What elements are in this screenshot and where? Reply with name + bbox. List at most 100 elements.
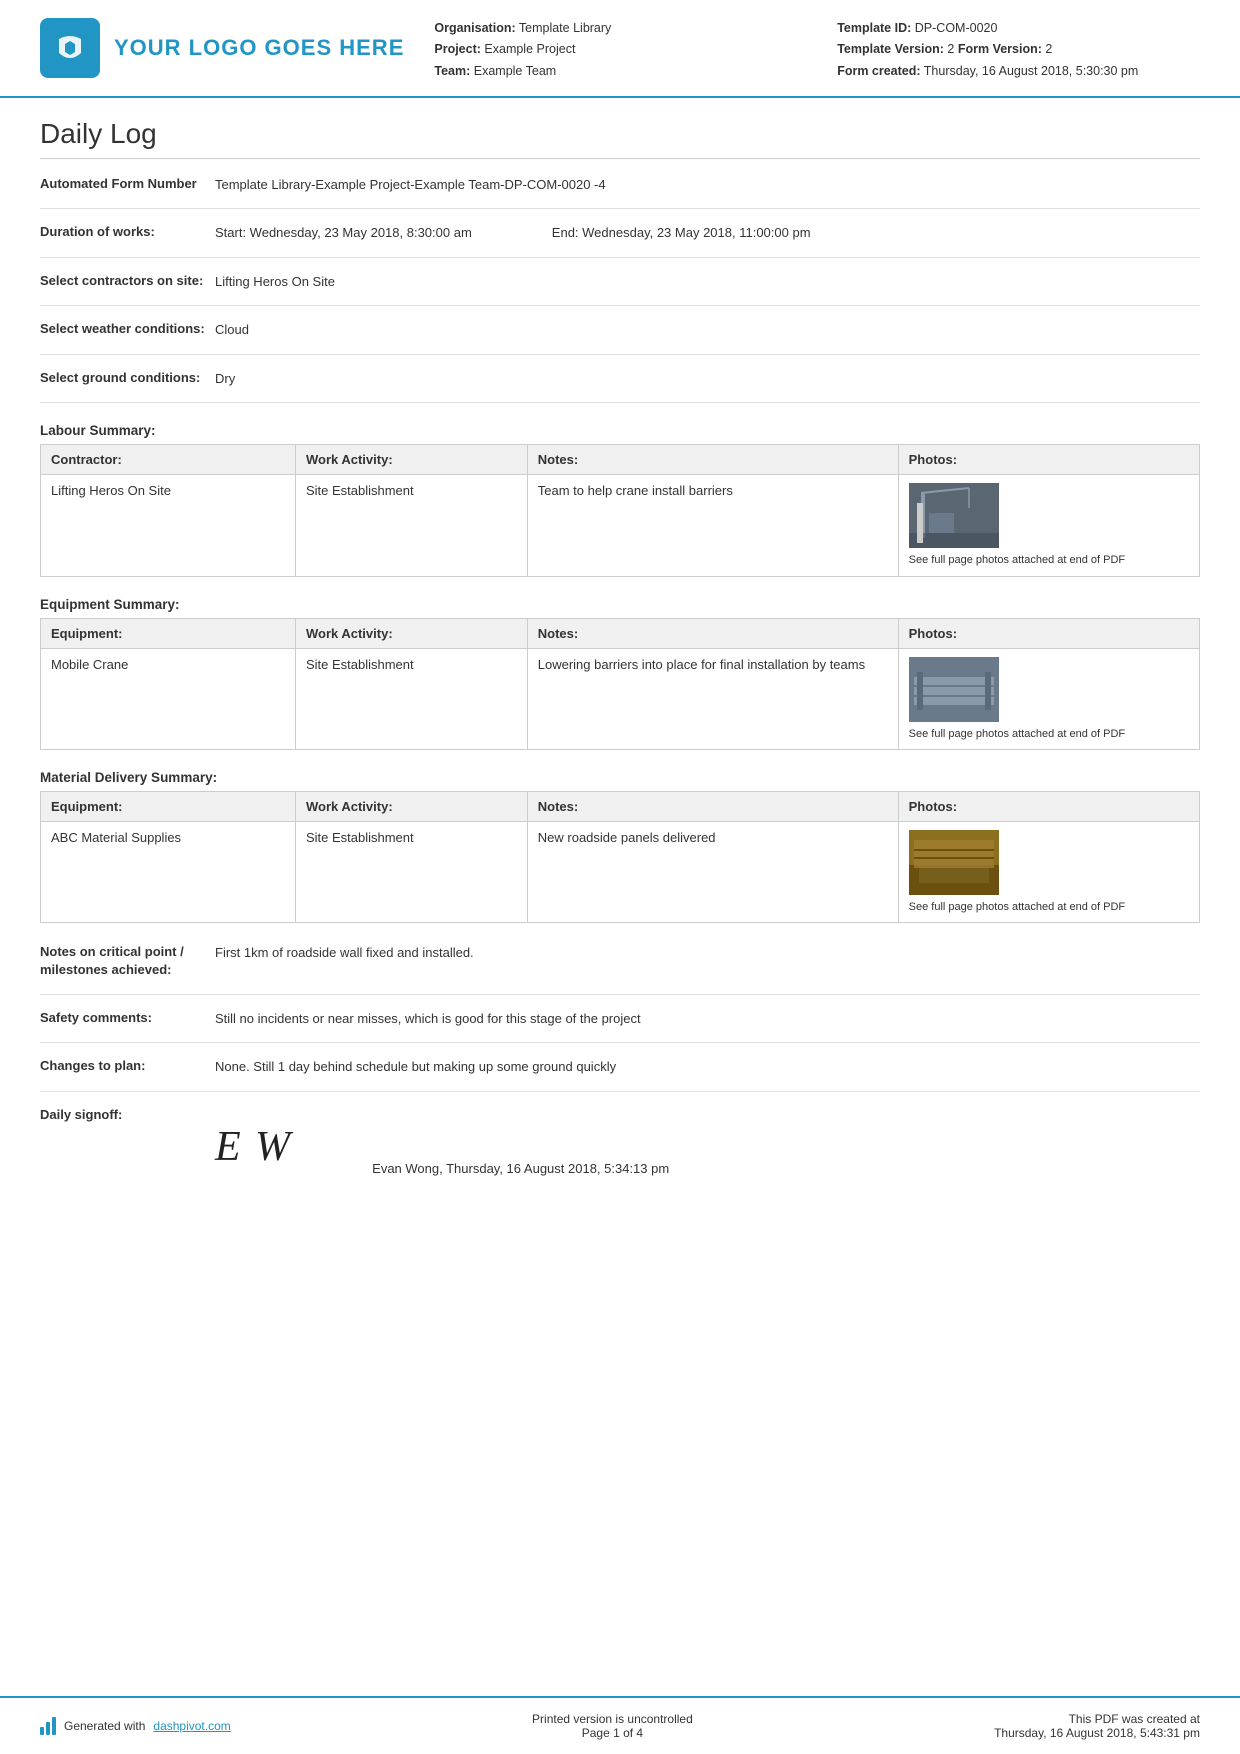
- safety-label: Safety comments:: [40, 1009, 215, 1027]
- signoff-label: Daily signoff:: [40, 1106, 215, 1124]
- table-row: ABC Material Supplies Site Establishment…: [41, 821, 1200, 922]
- material-activity-cell: Site Establishment: [295, 821, 527, 922]
- material-col-activity: Work Activity:: [295, 791, 527, 821]
- form-created-row: Form created: Thursday, 16 August 2018, …: [837, 61, 1200, 82]
- footer-right: This PDF was created at Thursday, 16 Aug…: [994, 1712, 1200, 1740]
- template-id-value: DP-COM-0020: [915, 21, 998, 35]
- equipment-photos-cell: See full page photos attached at end of …: [898, 648, 1199, 749]
- header-meta-cols: Organisation: Template Library Project: …: [434, 18, 1200, 82]
- duration-label: Duration of works:: [40, 223, 215, 241]
- labour-col-photos: Photos:: [898, 445, 1199, 475]
- material-notes-cell: New roadside panels delivered: [527, 821, 898, 922]
- footer-created-line1: This PDF was created at: [994, 1712, 1200, 1726]
- ground-row: Select ground conditions: Dry: [40, 369, 1200, 404]
- team-value: Example Team: [474, 64, 556, 78]
- logo-area: YOUR LoGo GOES HERE: [40, 18, 404, 78]
- org-label: Organisation:: [434, 21, 515, 35]
- equipment-name-cell: Mobile Crane: [41, 648, 296, 749]
- form-version-value: 2: [1045, 42, 1052, 56]
- safety-row: Safety comments: Still no incidents or n…: [40, 1009, 1200, 1044]
- footer-uncontrolled: Printed version is uncontrolled: [532, 1712, 693, 1726]
- team-row: Team: Example Team: [434, 61, 797, 82]
- form-version-label: Form Version:: [958, 42, 1042, 56]
- labour-photo-thumb: [909, 483, 999, 548]
- page: YOUR LoGo GOES HERE Organisation: Templa…: [0, 0, 1240, 1754]
- equipment-notes-cell: Lowering barriers into place for final i…: [527, 648, 898, 749]
- labour-col-activity: Work Activity:: [295, 445, 527, 475]
- footer-page: Page 1 of 4: [532, 1726, 693, 1740]
- bar1: [40, 1727, 44, 1735]
- equipment-activity-cell: Site Establishment: [295, 648, 527, 749]
- equipment-summary-title: Equipment Summary:: [40, 597, 1200, 612]
- template-version-row: Template Version: 2 Form Version: 2: [837, 39, 1200, 60]
- notes-label: Notes on critical point / milestones ach…: [40, 943, 215, 979]
- equipment-table: Equipment: Work Activity: Notes: Photos:…: [40, 618, 1200, 750]
- labour-photos-cell: See full page photos attached at end of …: [898, 475, 1199, 576]
- form-title: Daily Log: [40, 118, 1200, 159]
- logo-text: YOUR LoGo GOES HERE: [114, 35, 404, 61]
- form-created-label: Form created:: [837, 64, 920, 78]
- signoff-name: Evan Wong, Thursday, 16 August 2018, 5:3…: [372, 1159, 669, 1189]
- labour-col-notes: Notes:: [527, 445, 898, 475]
- content: Daily Log Automated Form Number Template…: [0, 98, 1240, 1694]
- equipment-photo-caption: See full page photos attached at end of …: [909, 727, 1189, 741]
- labour-header-row: Contractor: Work Activity: Notes: Photos…: [41, 445, 1200, 475]
- changes-row: Changes to plan: None. Still 1 day behin…: [40, 1057, 1200, 1092]
- template-id-label: Template ID:: [837, 21, 911, 35]
- weather-row: Select weather conditions: Cloud: [40, 320, 1200, 355]
- signoff-area: E W Evan Wong, Thursday, 16 August 2018,…: [215, 1106, 1200, 1189]
- equipment-col-photos: Photos:: [898, 618, 1199, 648]
- signature-area: E W Evan Wong, Thursday, 16 August 2018,…: [215, 1106, 1200, 1189]
- ground-value: Dry: [215, 369, 1200, 389]
- equipment-col-notes: Notes:: [527, 618, 898, 648]
- equipment-col-activity: Work Activity:: [295, 618, 527, 648]
- table-row: Mobile Crane Site Establishment Lowering…: [41, 648, 1200, 749]
- team-label: Team:: [434, 64, 470, 78]
- generated-text: Generated with: [64, 1719, 145, 1733]
- bottom-fields: Notes on critical point / milestones ach…: [40, 943, 1200, 1202]
- material-supplier-cell: ABC Material Supplies: [41, 821, 296, 922]
- dashpivot-link[interactable]: dashpivot.com: [153, 1719, 230, 1733]
- signature-initials: E W: [215, 1106, 292, 1189]
- template-version-value: 2: [947, 42, 954, 56]
- duration-start: Start: Wednesday, 23 May 2018, 8:30:00 a…: [215, 223, 472, 243]
- logo-icon: [40, 18, 100, 78]
- spacer: [40, 1217, 1200, 1297]
- material-table: Equipment: Work Activity: Notes: Photos:…: [40, 791, 1200, 923]
- org-value: Template Library: [519, 21, 611, 35]
- material-col-equipment: Equipment:: [41, 791, 296, 821]
- signoff-row: Daily signoff: E W Evan Wong, Thursday, …: [40, 1106, 1200, 1203]
- material-col-notes: Notes:: [527, 791, 898, 821]
- automated-form-value: Template Library-Example Project-Example…: [215, 175, 1200, 195]
- equipment-photo-thumb: [909, 657, 999, 722]
- ground-label: Select ground conditions:: [40, 369, 215, 387]
- safety-value: Still no incidents or near misses, which…: [215, 1009, 1200, 1029]
- weather-value: Cloud: [215, 320, 1200, 340]
- contractors-row: Select contractors on site: Lifting Hero…: [40, 272, 1200, 307]
- duration-end: End: Wednesday, 23 May 2018, 11:00:00 pm: [552, 223, 811, 243]
- duration-value: Start: Wednesday, 23 May 2018, 8:30:00 a…: [215, 223, 1200, 243]
- labour-col-contractor: Contractor:: [41, 445, 296, 475]
- notes-value: First 1km of roadside wall fixed and ins…: [215, 943, 1200, 963]
- header-meta-left: Organisation: Template Library Project: …: [434, 18, 797, 82]
- labour-summary-title: Labour Summary:: [40, 423, 1200, 438]
- automated-form-label: Automated Form Number: [40, 175, 215, 193]
- form-created-value: Thursday, 16 August 2018, 5:30:30 pm: [924, 64, 1139, 78]
- notes-row: Notes on critical point / milestones ach…: [40, 943, 1200, 994]
- duration-row: Duration of works: Start: Wednesday, 23 …: [40, 223, 1200, 258]
- table-row: Lifting Heros On Site Site Establishment…: [41, 475, 1200, 576]
- project-row: Project: Example Project: [434, 39, 797, 60]
- footer-center: Printed version is uncontrolled Page 1 o…: [532, 1712, 693, 1740]
- project-label: Project:: [434, 42, 481, 56]
- labour-table: Contractor: Work Activity: Notes: Photos…: [40, 444, 1200, 576]
- weather-label: Select weather conditions:: [40, 320, 215, 338]
- labour-photo-caption: See full page photos attached at end of …: [909, 553, 1189, 567]
- material-photos-cell: See full page photos attached at end of …: [898, 821, 1199, 922]
- automated-form-row: Automated Form Number Template Library-E…: [40, 175, 1200, 210]
- changes-value: None. Still 1 day behind schedule but ma…: [215, 1057, 1200, 1077]
- labour-notes-cell: Team to help crane install barriers: [527, 475, 898, 576]
- material-photo-caption: See full page photos attached at end of …: [909, 900, 1189, 914]
- contractors-label: Select contractors on site:: [40, 272, 215, 290]
- footer-left: Generated with dashpivot.com: [40, 1717, 231, 1735]
- bar3: [52, 1717, 56, 1735]
